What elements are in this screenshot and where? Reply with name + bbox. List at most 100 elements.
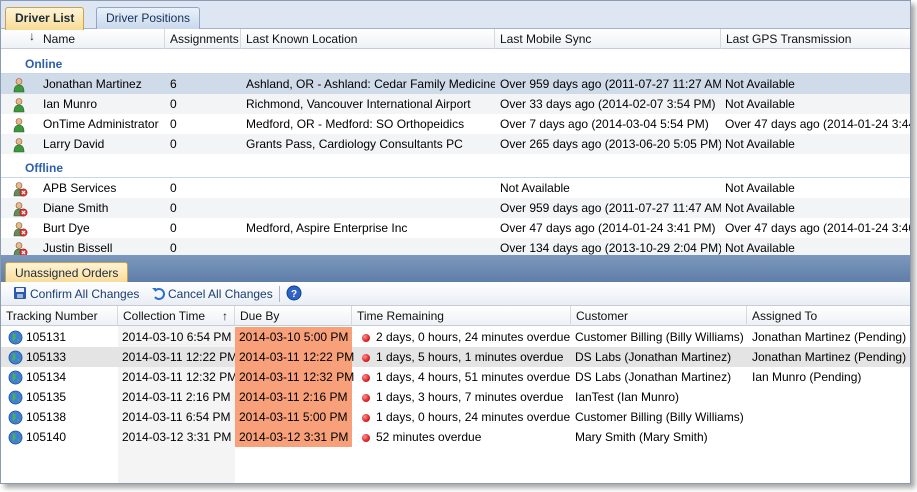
panel-splitter[interactable] [1,255,910,282]
driver-location: Ashland, OR - Ashland: Cedar Family Medi… [246,77,495,91]
order-row[interactable]: 105138 2014-03-11 6:54 PM 2014-03-11 5:00 … [1,407,910,427]
col-header-collection-time-label: Collection Time [123,309,206,323]
col-header-mobile-sync[interactable]: Last Mobile Sync [495,29,721,49]
application-window: Driver List Driver Positions ↓ Name Assi… [0,0,911,484]
order-collection-time: 2014-03-10 6:54 PM [122,330,232,344]
order-time-remaining: 1 days, 3 hours, 7 minutes overdue [362,387,571,407]
col-header-name[interactable]: Name [38,29,165,49]
order-assigned-to [752,407,910,427]
driver-name: Diane Smith [43,201,109,215]
driver-name: Burt Dye [43,221,90,235]
undo-icon [152,288,165,300]
order-assigned-to [752,387,910,407]
group-online-label[interactable]: Online [25,55,62,73]
driver-location: Medford, OR - Medford: SO Orthopeidics [246,117,465,131]
driver-last-sync: Over 7 days ago (2014-03-04 5:54 PM) [500,117,709,131]
driver-last-sync: Over 47 days ago (2014-01-24 3:41 PM) [500,221,716,235]
driver-assignments: 6 [170,77,177,91]
driver-last-sync: Over 33 days ago (2014-02-07 3:54 PM) [500,97,716,111]
order-time-remaining-text: 1 days, 3 hours, 7 minutes overdue [376,390,564,404]
driver-last-gps: Not Available [725,77,795,91]
driver-last-gps: Not Available [725,97,795,111]
col-header-location[interactable]: Last Known Location [241,29,495,49]
driver-assignments: 0 [170,117,177,131]
overdue-indicator-icon [362,434,370,442]
driver-last-sync: Over 265 days ago (2013-06-20 5:05 PM) [500,137,721,151]
driver-offline-icon [13,182,28,197]
driver-name: OnTime Administrator [43,117,159,131]
driver-last-gps: Not Available [725,137,795,151]
driver-row[interactable]: Diane Smith 0 Over 959 days ago (2011-07-2… [1,198,910,218]
driver-row[interactable]: Jonathan Martinez 6 Ashland, OR - Ashland:… [1,74,910,94]
order-tracking-number: 105135 [26,390,67,404]
col-header-tracking-number[interactable]: Tracking Number [1,306,118,326]
col-header-assigned-to[interactable]: Assigned To [747,306,910,326]
order-tracking-number: 105140 [26,430,67,444]
help-button[interactable]: ? [286,285,302,303]
cancel-all-changes-button[interactable]: Cancel All Changes [151,285,273,303]
order-assigned-to: Ian Munro (Pending) [752,370,862,384]
orders-grid-header: Tracking Number Collection Time ↑ Due By… [1,306,910,326]
order-due-by: 2014-03-11 5:00 PM [235,407,352,427]
col-header-gps[interactable]: Last GPS Transmission [721,29,910,49]
col-header-customer[interactable]: Customer [571,306,747,326]
order-due-by: 2014-03-11 2:16 PM [235,387,352,407]
driver-row[interactable]: OnTime Administrator 0 Medford, OR - Medfo… [1,114,910,134]
driver-last-gps: Over 47 days ago (2014-01-24 3:40 [725,221,911,235]
globe-icon [8,330,23,345]
order-row[interactable]: 105140 2014-03-12 3:31 PM 2014-03-12 3:31 … [1,427,910,447]
order-collection-time: 2014-03-11 12:22 PM [122,350,235,364]
order-customer: Mary Smith (Mary Smith) [575,430,708,444]
order-collection-time: 2014-03-12 3:31 PM [122,430,232,444]
col-header-collection-time[interactable]: Collection Time ↑ [118,306,235,326]
order-row[interactable]: 105134 2014-03-11 12:32 PM 2014-03-11 12:3… [1,367,910,387]
toolbar-separator [279,286,280,302]
driver-offline-icon [13,202,28,217]
order-row[interactable]: 105133 2014-03-11 12:22 PM 2014-03-11 12:2… [1,347,910,367]
driver-row[interactable]: Ian Munro 0 Richmond, Vancouver Internatio… [1,94,910,114]
order-due-by: 2014-03-10 5:00 PM [235,327,352,347]
order-assigned-to: Jonathan Martinez (Pending) [752,330,907,344]
col-header-due-by[interactable]: Due By [235,306,352,326]
driver-assignments: 0 [170,201,177,215]
order-assigned-to [752,427,910,447]
driver-grid-header: ↓ Name Assignments Last Known Location L… [1,29,910,49]
driver-location: Grants Pass, Cardiology Consultants PC [246,137,463,151]
confirm-all-changes-button[interactable]: Confirm All Changes [13,285,139,303]
driver-offline-icon [13,222,28,237]
order-customer: IanTest (Ian Munro) [575,390,680,404]
col-header-assignments[interactable]: Assignments [165,29,241,49]
orders-toolbar: Confirm All Changes Cancel All Changes ? [1,282,910,306]
driver-assignments: 0 [170,181,177,195]
order-tracking-number: 105131 [26,330,67,344]
driver-location [246,178,495,198]
overdue-indicator-icon [362,394,370,402]
order-time-remaining-text: 1 days, 5 hours, 1 minutes overdue [376,350,564,364]
driver-location: Medford, Aspire Enterprise Inc [246,221,408,235]
order-collection-time: 2014-03-11 12:32 PM [122,370,235,384]
driver-online-icon [13,118,25,133]
driver-name: Ian Munro [43,97,98,111]
overdue-indicator-icon [362,414,370,422]
order-collection-time: 2014-03-11 2:16 PM [122,390,231,404]
globe-icon [8,370,23,385]
order-time-remaining: 1 days, 4 hours, 51 minutes overdue [362,367,571,387]
sort-ascending-icon: ↑ [222,309,228,323]
order-time-remaining-text: 52 minutes overdue [376,430,482,444]
col-header-time-remaining[interactable]: Time Remaining [352,306,571,326]
driver-row[interactable]: APB Services 0 Not Available Not Available [1,178,910,198]
tab-driver-list[interactable]: Driver List [5,7,85,30]
order-row[interactable]: 105131 2014-03-10 6:54 PM 2014-03-10 5:00 … [1,327,910,347]
overdue-indicator-icon [362,354,370,362]
driver-name: Jonathan Martinez [43,77,142,91]
driver-online-icon [13,78,25,93]
group-offline-label[interactable]: Offline [25,159,63,177]
order-time-remaining-text: 2 days, 0 hours, 24 minutes overdue [376,330,571,344]
order-collection-time: 2014-03-11 6:54 PM [122,410,231,424]
driver-row[interactable]: Burt Dye 0 Medford, Aspire Enterprise Inc O… [1,218,910,238]
tab-driver-positions[interactable]: Driver Positions [96,7,201,29]
order-due-by: 2014-03-12 3:31 PM [235,427,352,447]
driver-row[interactable]: Larry David 0 Grants Pass, Cardiology Cons… [1,134,910,154]
order-row[interactable]: 105135 2014-03-11 2:16 PM 2014-03-11 2:16 … [1,387,910,407]
tab-unassigned-orders[interactable]: Unassigned Orders [5,262,129,283]
